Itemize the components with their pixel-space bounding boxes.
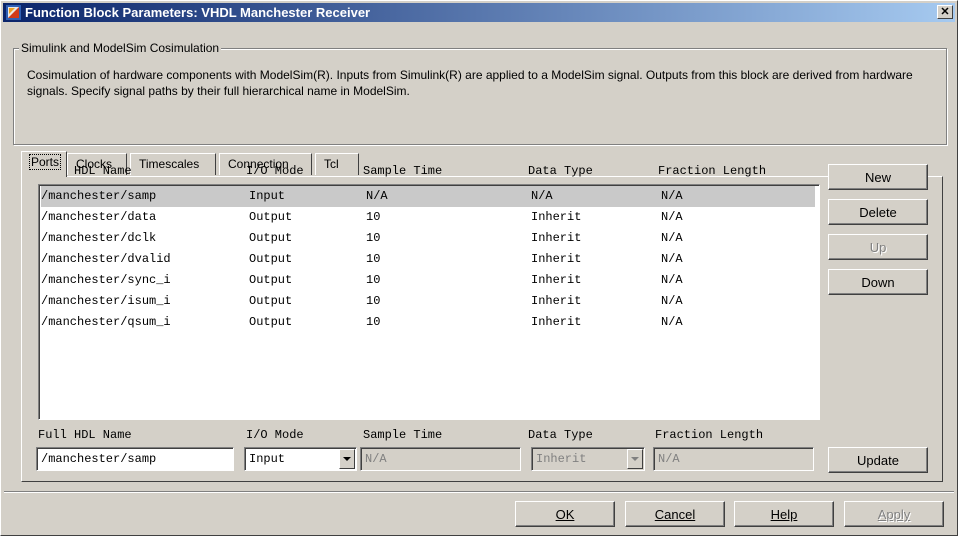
sample-time-value: N/A <box>365 452 387 466</box>
full-hdl-name-value: /manchester/samp <box>41 452 157 466</box>
full-hdl-name-cell: /manchester/data <box>41 210 157 224</box>
simulink-block-icon <box>6 5 21 20</box>
title-bar[interactable]: Function Block Parameters: VHDL Manchest… <box>3 3 955 22</box>
fraction-length-cell: N/A <box>661 315 683 329</box>
data-type-cell: N/A <box>531 189 553 203</box>
new-button[interactable]: New <box>828 164 928 190</box>
full-hdl-name-cell: /manchester/dclk <box>41 231 157 245</box>
data-type-value: Inherit <box>536 452 587 466</box>
table-row[interactable]: /manchester/dclk Output 10 Inherit N/A <box>41 228 815 249</box>
cancel-button[interactable]: Cancel <box>625 501 725 527</box>
full-hdl-name-cell: /manchester/isum_i <box>41 294 171 308</box>
editor-header-data-type: Data Type <box>528 428 593 442</box>
footer-separator <box>4 491 954 493</box>
help-button[interactable]: Help <box>734 501 834 527</box>
groupbox-label: Simulink and ModelSim Cosimulation <box>19 41 222 55</box>
fraction-length-value: N/A <box>658 452 680 466</box>
io-mode-value: Input <box>249 452 286 466</box>
data-type-select: Inherit <box>531 447 645 471</box>
header-data-type: Data Type <box>528 164 593 178</box>
fraction-length-input: N/A <box>653 447 814 471</box>
table-row[interactable]: /manchester/data Output 10 Inherit N/A <box>41 207 815 228</box>
table-row[interactable]: /manchester/samp Input N/A N/A N/A <box>41 186 815 207</box>
tab-timescales[interactable]: Timescales <box>130 153 216 175</box>
tab-ports-label: Ports <box>28 154 62 170</box>
sample-time-cell: 10 <box>366 294 381 308</box>
data-type-cell: Inherit <box>531 315 582 329</box>
fraction-length-cell: N/A <box>661 252 683 266</box>
ok-button[interactable]: OK <box>515 501 615 527</box>
full-hdl-name-cell: /manchester/sync_i <box>41 273 171 287</box>
fraction-length-cell: N/A <box>661 273 683 287</box>
full-hdl-name-input[interactable]: /manchester/samp <box>36 447 234 471</box>
editor-header-full-hdl-name: Full HDL Name <box>38 428 132 442</box>
data-type-cell: Inherit <box>531 252 582 266</box>
dialog-window: Function Block Parameters: VHDL Manchest… <box>0 0 958 536</box>
tab-tcl-label: Tcl <box>324 157 339 171</box>
chevron-down-icon <box>627 449 643 469</box>
data-type-cell: Inherit <box>531 294 582 308</box>
help-label: Help <box>770 507 798 522</box>
sample-time-cell: 10 <box>366 315 381 329</box>
up-button[interactable]: Up <box>828 234 928 260</box>
chevron-down-icon[interactable] <box>339 449 355 469</box>
fraction-length-cell: N/A <box>661 189 683 203</box>
io-mode-cell: Output <box>249 210 293 224</box>
io-mode-select[interactable]: Input <box>244 447 357 471</box>
sample-time-cell: 10 <box>366 210 381 224</box>
delete-button[interactable]: Delete <box>828 199 928 225</box>
tab-timescales-label: Timescales <box>139 157 200 171</box>
ports-list[interactable]: /manchester/samp Input N/A N/A N/A/mancheste… <box>38 184 820 420</box>
header-io-mode: I/O Mode <box>246 164 304 178</box>
apply-button[interactable]: Apply <box>844 501 944 527</box>
fraction-length-cell: N/A <box>661 210 683 224</box>
data-type-cell: Inherit <box>531 210 582 224</box>
close-button[interactable]: ✕ <box>937 5 953 19</box>
header-sample-time: Sample Time <box>363 164 443 178</box>
sample-time-cell: 10 <box>366 252 381 266</box>
full-hdl-name-cell: /manchester/qsum_i <box>41 315 171 329</box>
sample-time-cell: 10 <box>366 231 381 245</box>
io-mode-cell: Output <box>249 252 293 266</box>
ok-label: OK <box>555 507 575 522</box>
io-mode-cell: Input <box>249 189 286 203</box>
tab-tcl[interactable]: Tcl <box>315 153 359 175</box>
data-type-cell: Inherit <box>531 273 582 287</box>
table-row[interactable]: /manchester/isum_i Output 10 Inherit N/A <box>41 291 815 312</box>
window-title: Function Block Parameters: VHDL Manchest… <box>25 5 371 20</box>
io-mode-cell: Output <box>249 315 293 329</box>
editor-header-fraction-length: Fraction Length <box>655 428 764 442</box>
sample-time-input: N/A <box>360 447 521 471</box>
cancel-label: Cancel <box>654 507 696 522</box>
full-hdl-name-cell: /manchester/samp <box>41 189 157 203</box>
editor-header-sample-time: Sample Time <box>363 428 443 442</box>
header-fraction-length: Fraction Length <box>658 164 767 178</box>
io-mode-cell: Output <box>249 294 293 308</box>
down-button[interactable]: Down <box>828 269 928 295</box>
table-row[interactable]: /manchester/qsum_i Output 10 Inherit N/A <box>41 312 815 333</box>
fraction-length-cell: N/A <box>661 294 683 308</box>
data-type-cell: Inherit <box>531 231 582 245</box>
io-mode-cell: Output <box>249 273 293 287</box>
apply-label: Apply <box>877 507 911 522</box>
tab-ports[interactable]: Ports <box>21 151 67 177</box>
fraction-length-cell: N/A <box>661 231 683 245</box>
full-hdl-name-cell: /manchester/dvalid <box>41 252 171 266</box>
table-row[interactable]: /manchester/dvalid Output 10 Inherit N/A <box>41 249 815 270</box>
sample-time-cell: N/A <box>366 189 388 203</box>
io-mode-cell: Output <box>249 231 293 245</box>
editor-header-io-mode: I/O Mode <box>246 428 304 442</box>
sample-time-cell: 10 <box>366 273 381 287</box>
update-button[interactable]: Update <box>828 447 928 473</box>
table-row[interactable]: /manchester/sync_i Output 10 Inherit N/A <box>41 270 815 291</box>
groupbox-description: Cosimulation of hardware components with… <box>27 68 913 98</box>
